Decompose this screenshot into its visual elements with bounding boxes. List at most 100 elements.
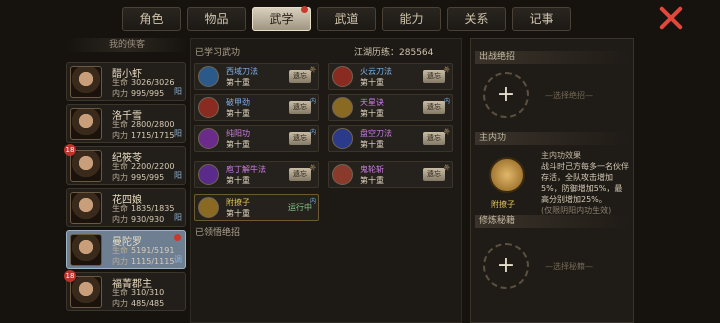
hero-mp: 内力 995/995 bbox=[112, 88, 164, 99]
skills-panel: 已学习武功 江湖历练：285564 西域刀法 第十重 外 遗忘 火云刀法 第十重… bbox=[190, 38, 462, 323]
mastered-skills-title: 已领悟绝招 bbox=[195, 228, 241, 238]
tab-character[interactable]: 角色 bbox=[122, 7, 181, 31]
mp-value: 995/995 bbox=[131, 89, 165, 98]
blade-skill-icon bbox=[332, 66, 353, 87]
skill-icon bbox=[198, 128, 219, 149]
wheel-skill-icon bbox=[332, 164, 353, 185]
mp-label: 内力 bbox=[112, 257, 128, 266]
close-icon[interactable] bbox=[658, 5, 684, 31]
hero-avatar bbox=[70, 276, 102, 308]
running-status: 运行中 bbox=[288, 203, 312, 212]
tab-ability[interactable]: 能力 bbox=[382, 7, 441, 31]
skill-card-running[interactable]: 附撩子 第十重 内 运行中 bbox=[194, 194, 319, 221]
skill-card[interactable]: 西域刀法 第十重 外 遗忘 bbox=[194, 63, 319, 90]
equip-panel: 出战绝招 + —选择绝招— 主内功 附撩子 主内功效果 战斗时己方每多一名伙伴存… bbox=[470, 38, 634, 323]
inner-art-name: 附撩子 bbox=[491, 200, 515, 209]
hero-mp: 内力 485/485 bbox=[112, 298, 164, 309]
skill-name: 天星诀 bbox=[360, 98, 384, 107]
skill-card[interactable]: 鬼轮斩 第十重 外 遗忘 bbox=[328, 161, 453, 188]
skill-card[interactable]: 火云刀法 第十重 外 遗忘 bbox=[328, 63, 453, 90]
skill-level: 第十重 bbox=[360, 140, 384, 149]
experience-value: 285564 bbox=[399, 48, 434, 58]
skill-level: 第十重 bbox=[226, 140, 250, 149]
hero-type-tag: 阳 bbox=[174, 171, 182, 180]
inner-effect-desc: 战斗时己方每多一名伙伴存活，全队攻击增加5%，防御增加5%，最高分别增加25%。 bbox=[541, 162, 629, 204]
tab-journal[interactable]: 记事 bbox=[512, 7, 571, 31]
forget-button[interactable]: 遗忘 bbox=[289, 132, 311, 145]
star-skill-icon bbox=[332, 97, 353, 118]
hero-card[interactable]: 18 纪筱苓 生命 2200/2200 内力 995/995 阳 bbox=[64, 144, 186, 185]
skill-card[interactable]: 纯阳功 第十重 内 遗忘 bbox=[194, 125, 319, 152]
secret-book-title: 修炼秘籍 bbox=[475, 215, 629, 228]
hp-value: 1835/1835 bbox=[131, 204, 175, 213]
hp-label: 生命 bbox=[112, 204, 128, 213]
hero-mp: 内力 930/930 bbox=[112, 214, 164, 225]
mp-value: 1115/1115 bbox=[131, 257, 175, 266]
tab-bar: 角色 物品 武学 武道 能力 关系 记事 bbox=[122, 6, 571, 33]
tab-label: 能力 bbox=[399, 12, 424, 26]
skill-name: 盘空刀法 bbox=[360, 129, 392, 138]
tab-label: 关系 bbox=[464, 12, 489, 26]
tab-label: 武道 bbox=[334, 12, 359, 26]
hero-card-selected[interactable]: 曼陀罗 生命 5191/5191 内力 1115/1115 调 bbox=[66, 230, 186, 269]
hp-label: 生命 bbox=[112, 78, 128, 87]
skill-name: 鬼轮斩 bbox=[360, 165, 384, 174]
hero-type-tag: 阳 bbox=[174, 87, 182, 96]
tab-label: 武学 bbox=[269, 12, 294, 26]
hero-card[interactable]: 洛千雪 生命 2800/2800 内力 1715/1715 阳 bbox=[66, 104, 186, 143]
forget-button[interactable]: 遗忘 bbox=[289, 168, 311, 181]
inner-art-title: 主内功 bbox=[475, 132, 629, 145]
skill-card[interactable]: 庖丁解牛法 第十重 外 遗忘 bbox=[194, 161, 319, 188]
hp-value: 3026/3026 bbox=[131, 78, 175, 87]
skill-level: 第十重 bbox=[360, 78, 384, 87]
ultimate-title: 出战绝招 bbox=[475, 51, 629, 64]
mp-value: 1715/1715 bbox=[131, 131, 175, 140]
hero-card[interactable]: 花四娘 生命 1835/1835 内力 930/930 阳 bbox=[66, 188, 186, 227]
skill-card[interactable]: 盘空刀法 第十重 外 遗忘 bbox=[328, 125, 453, 152]
hp-label: 生命 bbox=[112, 246, 128, 255]
forget-button[interactable]: 遗忘 bbox=[289, 70, 311, 83]
tab-label: 物品 bbox=[204, 12, 229, 26]
tab-label: 记事 bbox=[529, 12, 554, 26]
notification-dot bbox=[301, 6, 308, 13]
mp-label: 内力 bbox=[112, 215, 128, 224]
hero-avatar bbox=[70, 192, 102, 224]
hero-type-tag: 阳 bbox=[174, 213, 182, 222]
skill-level: 第十重 bbox=[360, 109, 384, 118]
skill-name: 附撩子 bbox=[226, 198, 250, 207]
hp-value: 310/310 bbox=[131, 288, 165, 297]
skill-card[interactable]: 天星诀 第十重 内 遗忘 bbox=[328, 94, 453, 121]
fist-skill-icon bbox=[198, 197, 219, 218]
plus-icon: + bbox=[496, 82, 516, 107]
tab-martial-way[interactable]: 武道 bbox=[317, 7, 376, 31]
hero-card[interactable]: 醋小虾 生命 3026/3026 内力 995/995 阳 bbox=[66, 62, 186, 101]
forget-button[interactable]: 遗忘 bbox=[423, 70, 445, 83]
hero-type-tag: 阳 bbox=[174, 129, 182, 138]
hero-type-tag: 调 bbox=[174, 255, 182, 264]
forget-button[interactable]: 遗忘 bbox=[289, 101, 311, 114]
hero-mp: 内力 1715/1715 bbox=[112, 130, 174, 141]
hero-hp: 生命 2800/2800 bbox=[112, 119, 174, 130]
secret-book-hint: —选择秘籍— bbox=[545, 262, 593, 271]
hero-card[interactable]: 18 福菁郡主 生命 310/310 内力 485/485 bbox=[64, 270, 186, 311]
inner-art-icon[interactable] bbox=[489, 157, 525, 193]
hero-mp: 内力 1115/1115 bbox=[112, 256, 174, 267]
forget-button[interactable]: 遗忘 bbox=[423, 132, 445, 145]
skill-name: 火云刀法 bbox=[360, 67, 392, 76]
hero-avatar bbox=[70, 66, 102, 98]
tab-items[interactable]: 物品 bbox=[187, 7, 246, 31]
hp-value: 2800/2800 bbox=[131, 120, 175, 129]
skill-card[interactable]: 破甲劲 第十重 内 遗忘 bbox=[194, 94, 319, 121]
secret-book-slot[interactable]: + bbox=[483, 243, 529, 289]
hp-value: 2200/2200 bbox=[131, 162, 175, 171]
tab-martial-arts[interactable]: 武学 bbox=[252, 6, 311, 31]
blade-skill-icon bbox=[332, 128, 353, 149]
ultimate-slot[interactable]: + bbox=[483, 72, 529, 118]
hp-label: 生命 bbox=[112, 288, 128, 297]
skill-level: 第十重 bbox=[226, 209, 250, 218]
hero-avatar bbox=[70, 150, 102, 182]
forget-button[interactable]: 遗忘 bbox=[423, 168, 445, 181]
tab-relations[interactable]: 关系 bbox=[447, 7, 506, 31]
forget-button[interactable]: 遗忘 bbox=[423, 101, 445, 114]
ultimate-hint: —选择绝招— bbox=[545, 91, 593, 100]
